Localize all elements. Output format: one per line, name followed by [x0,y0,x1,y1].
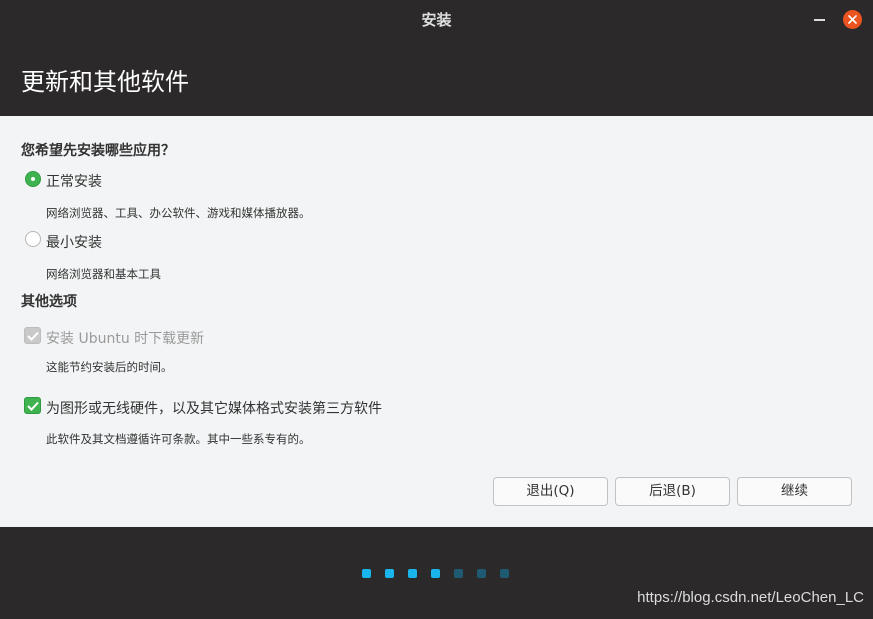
minimal-install-label[interactable]: 最小安装 [46,232,102,252]
back-button[interactable]: 后退(B) [615,477,730,506]
minimal-install-description: 网络浏览器和基本工具 [46,267,161,281]
minimize-icon[interactable] [814,19,825,21]
normal-install-radio[interactable] [25,171,41,187]
page-title: 更新和其他软件 [21,68,189,96]
title-bar: 安装 [0,0,873,40]
quit-button[interactable]: 退出(Q) [493,477,608,506]
normal-install-label[interactable]: 正常安装 [46,171,102,191]
progress-dot [385,569,394,578]
page-header: 更新和其他软件 [0,40,873,116]
download-updates-description: 这能节约安装后的时间。 [46,360,173,374]
third-party-software-description: 此软件及其文档遵循许可条款。其中一些系专有的。 [46,432,311,446]
main-content: 您希望先安装哪些应用？ 正常安装 网络浏览器、工具、办公软件、游戏和媒体播放器。… [0,116,873,527]
third-party-software-label[interactable]: 为图形或无线硬件，以及其它媒体格式安装第三方软件 [46,398,382,418]
progress-dot [362,569,371,578]
other-options-heading: 其他选项 [21,294,77,310]
progress-dot [477,569,486,578]
download-updates-checkbox [24,327,41,344]
normal-install-description: 网络浏览器、工具、办公软件、游戏和媒体播放器。 [46,206,311,220]
download-updates-label: 安装 Ubuntu 时下载更新 [46,331,205,347]
progress-dot [408,569,417,578]
progress-dot [500,569,509,578]
continue-button[interactable]: 继续 [737,477,852,506]
minimal-install-radio[interactable] [25,231,41,247]
third-party-software-checkbox[interactable] [24,397,41,414]
watermark: https://blog.csdn.net/LeoChen_LC [637,589,864,606]
install-type-question: 您希望先安装哪些应用？ [21,143,175,159]
progress-dot [454,569,463,578]
progress-dot [431,569,440,578]
window-title: 安装 [421,11,452,29]
close-icon[interactable] [843,10,862,29]
